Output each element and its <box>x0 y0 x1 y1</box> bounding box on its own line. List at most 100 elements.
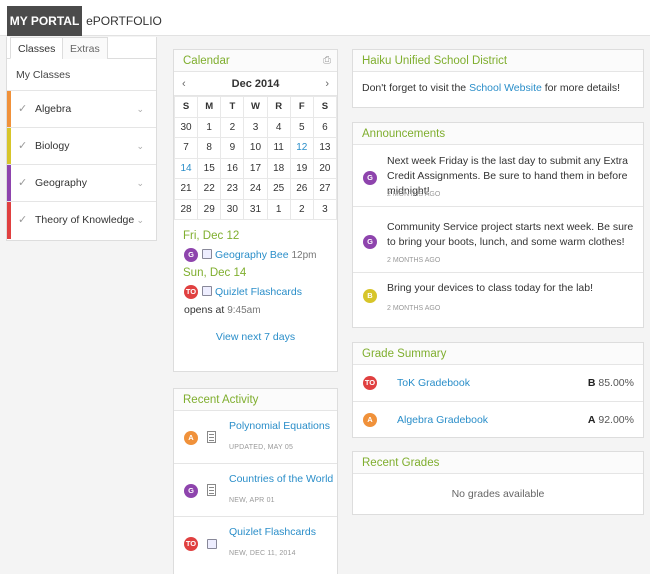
chevron-down-icon[interactable]: ⌄ <box>136 202 144 239</box>
activity-item[interactable]: A Polynomial Equations UPDATED, MAY 05 <box>174 411 337 464</box>
calendar-day[interactable]: 28 <box>173 198 199 220</box>
calendar-day[interactable]: 1 <box>197 116 222 138</box>
tab-my-portal[interactable]: MY PORTAL <box>7 6 82 36</box>
grade-row: TO ToK Gradebook B 85.00% <box>353 365 643 402</box>
activity-item[interactable]: G Countries of the World NEW, APR 01 <box>174 464 337 517</box>
calendar-day[interactable]: 20 <box>312 157 338 179</box>
grade-row: A Algebra Gradebook A 92.00% <box>353 402 643 439</box>
grade-summary-title: Grade Summary <box>353 343 643 365</box>
grade-percent: 92.00% <box>598 414 634 426</box>
calendar-day-has-event[interactable]: 14 <box>173 157 199 179</box>
event-link[interactable]: Geography Bee <box>215 249 289 261</box>
calendar-day[interactable]: 3 <box>312 198 338 220</box>
event-item[interactable]: G Geography Bee 12pm <box>174 246 337 264</box>
district-title: Haiku Unified School District <box>353 50 643 72</box>
calendar-day[interactable]: 10 <box>243 137 268 159</box>
calendar-day[interactable]: 31 <box>243 198 268 220</box>
tab-eportfolio[interactable]: ePORTFOLIO <box>84 6 164 36</box>
calendar-day[interactable]: 22 <box>197 178 222 200</box>
chevron-down-icon[interactable]: ⌄ <box>136 91 144 128</box>
grade-value: A 92.00% <box>588 402 634 439</box>
prev-month-button[interactable]: ‹ <box>182 72 186 96</box>
class-name: Geography <box>35 177 87 189</box>
tab-classes[interactable]: Classes <box>10 37 64 59</box>
weekday-label: S <box>173 96 199 118</box>
activity-link[interactable]: Countries of the World <box>229 473 333 485</box>
activity-link[interactable]: Polynomial Equations <box>229 420 330 432</box>
class-color-bar <box>7 165 11 201</box>
calendar-day[interactable]: 15 <box>197 157 222 179</box>
event-time: 12pm <box>291 250 317 261</box>
calendar-day[interactable]: 11 <box>266 137 291 159</box>
announcement-item: B Bring your devices to class today for … <box>353 273 643 327</box>
calendar-day[interactable]: 3 <box>243 116 268 138</box>
event-time: 9:45am <box>227 305 261 316</box>
calendar-day[interactable]: 6 <box>312 116 338 138</box>
event-link[interactable]: Quizlet Flashcards <box>215 286 302 298</box>
calendar-day[interactable]: 8 <box>197 137 222 159</box>
calendar-day[interactable]: 7 <box>173 137 199 159</box>
calendar-day[interactable]: 2 <box>220 116 245 138</box>
calendar-day[interactable]: 19 <box>289 157 314 179</box>
class-color-bar <box>7 202 11 239</box>
avatar: TO <box>184 285 198 299</box>
district-message: Don't forget to visit the School Website… <box>353 72 643 104</box>
my-classes-heading: My Classes <box>7 59 156 91</box>
weekday-label: M <box>197 96 222 118</box>
calendar-events: Fri, Dec 12 G Geography Bee 12pm Sun, De… <box>174 230 337 343</box>
calendar-day[interactable]: 30 <box>220 198 245 220</box>
calendar-day[interactable]: 4 <box>266 116 291 138</box>
announcement-meta: 2 MONTHS AGO <box>387 257 441 264</box>
calendar-day[interactable]: 25 <box>266 178 291 200</box>
next-month-button[interactable]: › <box>325 72 329 96</box>
calendar-day[interactable]: 1 <box>266 198 291 220</box>
check-icon[interactable]: ✓ <box>18 202 27 239</box>
calendar-day-has-event[interactable]: 12 <box>289 137 314 159</box>
activity-item[interactable]: TO Quizlet Flashcards NEW, DEC 11, 2014 <box>174 517 337 570</box>
calendar-day[interactable]: 13 <box>312 137 338 159</box>
calendar-day[interactable]: 5 <box>289 116 314 138</box>
avatar: A <box>363 413 377 427</box>
weekday-label: S <box>312 96 338 118</box>
calendar-day[interactable]: 21 <box>173 178 199 200</box>
weekday-label: F <box>289 96 314 118</box>
check-icon[interactable]: ✓ <box>18 165 27 202</box>
class-item-theory-of-knowledge[interactable]: ✓ Theory of Knowledge ⌄ <box>7 202 156 239</box>
calendar-day[interactable]: 17 <box>243 157 268 179</box>
avatar: G <box>363 235 377 249</box>
class-item-algebra[interactable]: ✓ Algebra ⌄ <box>7 91 156 128</box>
event-item[interactable]: TO Quizlet Flashcards <box>174 283 337 301</box>
school-website-link[interactable]: School Website <box>469 82 542 94</box>
calendar-day[interactable]: 29 <box>197 198 222 220</box>
gradebook-link[interactable]: ToK Gradebook <box>397 365 470 402</box>
view-next-7-days-link[interactable]: View next 7 days <box>174 331 337 343</box>
calendar-day[interactable]: 16 <box>220 157 245 179</box>
class-item-biology[interactable]: ✓ Biology ⌄ <box>7 128 156 165</box>
event-day-label: Fri, Dec 12 <box>183 230 240 242</box>
announcements-panel: Announcements G Next week Friday is the … <box>352 122 644 328</box>
calendar-day[interactable]: 18 <box>266 157 291 179</box>
calendar-day[interactable]: 30 <box>173 116 199 138</box>
class-item-geography[interactable]: ✓ Geography ⌄ <box>7 165 156 202</box>
calendar-day[interactable]: 26 <box>289 178 314 200</box>
chevron-down-icon[interactable]: ⌄ <box>136 165 144 202</box>
calendar-day[interactable]: 9 <box>220 137 245 159</box>
calendar-month-header: ‹ Dec 2014 › <box>174 72 337 96</box>
announcement-text: Bring your devices to class today for th… <box>387 282 594 294</box>
grade-value: B 85.00% <box>588 365 634 402</box>
event-opens-label: opens at <box>184 304 225 316</box>
chevron-down-icon[interactable]: ⌄ <box>136 128 144 165</box>
calendar-day[interactable]: 23 <box>220 178 245 200</box>
calendar-day[interactable]: 2 <box>289 198 314 220</box>
print-icon[interactable]: ⎙ <box>323 50 331 72</box>
check-icon[interactable]: ✓ <box>18 128 27 165</box>
avatar: G <box>363 171 377 185</box>
calendar-day[interactable]: 24 <box>243 178 268 200</box>
document-icon <box>207 484 216 496</box>
activity-link[interactable]: Quizlet Flashcards <box>229 526 316 538</box>
grade-percent: 85.00% <box>598 377 634 389</box>
calendar-day[interactable]: 27 <box>312 178 338 200</box>
check-icon[interactable]: ✓ <box>18 91 27 128</box>
tab-extras[interactable]: Extras <box>62 37 108 59</box>
gradebook-link[interactable]: Algebra Gradebook <box>397 402 488 439</box>
